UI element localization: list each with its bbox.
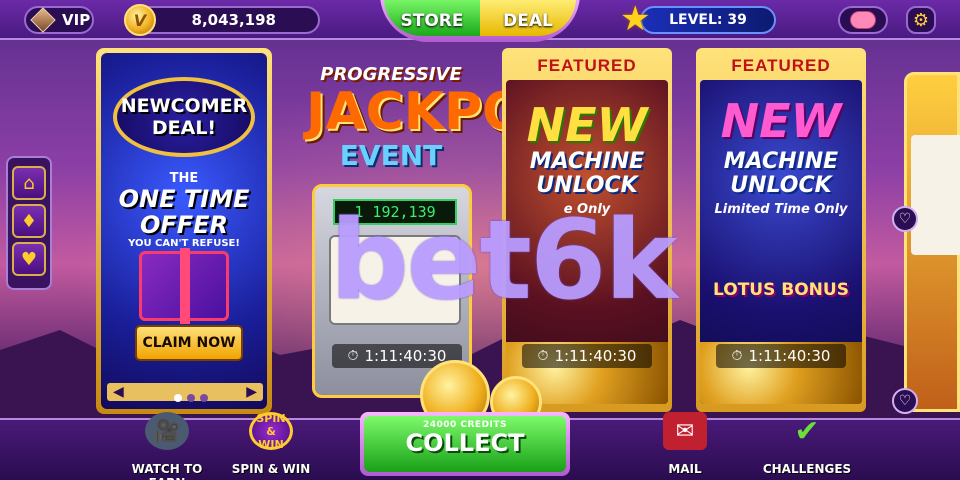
featured-machine-unlock: MACHINE UNLOCK bbox=[723, 149, 839, 198]
gift-box-icon bbox=[139, 248, 229, 324]
stopwatch-icon: ⏱ bbox=[347, 348, 359, 364]
coin-icon: V bbox=[124, 4, 156, 36]
featured-new-text: NEW bbox=[720, 94, 842, 148]
watch-to-earn-button[interactable]: 🎥 WATCH TO EARN bbox=[112, 412, 222, 480]
newcomer-deal-card[interactable]: NEWCOMER DEAL! THE ONE TIME OFFER YOU CAN… bbox=[96, 48, 272, 414]
top-bar: VIP V 8,043,198 STORE DEAL LEVEL: 39 ★ ⚙ bbox=[0, 0, 960, 42]
mail-button[interactable]: ✉ MAIL bbox=[630, 412, 740, 480]
spin-win-label: SPIN & WIN bbox=[231, 462, 311, 476]
level-label: LEVEL: 39 bbox=[669, 12, 747, 28]
coin-balance[interactable]: V 8,043,198 bbox=[124, 4, 320, 36]
store-deal-tab: STORE DEAL bbox=[380, 0, 580, 42]
featured-new-text: NEW bbox=[526, 98, 648, 152]
featured-machine-unlock: MACHINE UNLOCK bbox=[529, 149, 645, 198]
favorite-heart-icon[interactable]: ♡ bbox=[892, 206, 918, 232]
vip-button[interactable]: VIP bbox=[24, 6, 94, 34]
carousel-prev-icon[interactable]: ◀ bbox=[113, 384, 124, 400]
mail-label: MAIL bbox=[668, 462, 702, 476]
watermark-text: bet6k bbox=[330, 196, 678, 324]
spin-win-button[interactable]: SPIN & WIN SPIN & WIN bbox=[216, 412, 326, 480]
event-timer: ⏱ 1:11:40:30 bbox=[522, 344, 652, 368]
gear-icon: ⚙ bbox=[912, 9, 930, 31]
offer-line-2: OFFER bbox=[139, 211, 229, 239]
piggy-bank-icon bbox=[850, 11, 876, 29]
spin-wheel-icon: SPIN & WIN bbox=[249, 412, 293, 451]
heart-icon[interactable]: ♥ bbox=[12, 242, 46, 276]
vip-label: VIP bbox=[62, 11, 91, 29]
piggy-bank-button[interactable] bbox=[838, 6, 888, 34]
collect-button[interactable]: 24000 CREDITS COLLECT bbox=[364, 416, 566, 472]
challenges-label: CHALLENGES bbox=[762, 462, 852, 476]
deal-button[interactable]: DEAL bbox=[480, 0, 576, 36]
checkmark-icon: ✔ bbox=[794, 413, 820, 449]
side-nav: ⌂ ♦ ♥ bbox=[6, 156, 52, 290]
star-icon: ★ bbox=[620, 0, 651, 39]
jackpot-title-main: JACKPOT bbox=[306, 82, 562, 142]
carousel-dot[interactable] bbox=[200, 394, 208, 402]
offer-line-1: ONE TIME bbox=[118, 185, 250, 213]
carousel-dot[interactable] bbox=[187, 394, 195, 402]
carousel-next-icon[interactable]: ▶ bbox=[246, 384, 257, 400]
carousel-dot[interactable] bbox=[174, 394, 182, 402]
diamond-icon[interactable]: ♦ bbox=[12, 204, 46, 238]
jackpot-title-sub: EVENT bbox=[339, 139, 443, 172]
claim-now-button[interactable]: CLAIM NOW bbox=[135, 325, 243, 361]
vip-gem-icon bbox=[30, 7, 56, 33]
offer-the: THE bbox=[169, 171, 199, 186]
settings-button[interactable]: ⚙ bbox=[906, 6, 936, 34]
challenges-button[interactable]: ✔ CHALLENGES bbox=[752, 414, 862, 480]
store-button[interactable]: STORE bbox=[384, 0, 480, 36]
lotus-bonus-title: LOTUS BONUS bbox=[713, 280, 849, 300]
level-indicator[interactable]: LEVEL: 39 bbox=[640, 6, 776, 34]
featured-banner: FEATURED bbox=[731, 56, 831, 75]
video-camera-icon: 🎥 bbox=[145, 412, 189, 450]
coin-balance-value: 8,043,198 bbox=[191, 11, 276, 29]
next-slot-card[interactable] bbox=[904, 72, 960, 412]
featured-banner: FEATURED bbox=[537, 56, 637, 75]
newcomer-title-2: DEAL! bbox=[151, 117, 217, 139]
newcomer-badge: NEWCOMER DEAL! bbox=[113, 77, 255, 157]
stopwatch-icon: ⏱ bbox=[537, 348, 549, 364]
event-timer: ⏱ 1:11:40:30 bbox=[716, 344, 846, 368]
carousel-dots bbox=[174, 394, 208, 402]
watch-to-earn-label: WATCH TO EARN bbox=[131, 462, 203, 480]
stopwatch-icon: ⏱ bbox=[731, 348, 743, 364]
collect-label: COLLECT bbox=[405, 429, 525, 457]
featured-limited-text: Limited Time Only bbox=[714, 202, 848, 217]
newcomer-title-1: NEWCOMER bbox=[120, 95, 248, 117]
home-icon[interactable]: ⌂ bbox=[12, 166, 46, 200]
collect-frame: 24000 CREDITS COLLECT bbox=[360, 412, 570, 476]
slot-reels bbox=[911, 135, 960, 255]
favorite-heart-icon[interactable]: ♡ bbox=[892, 388, 918, 414]
mailbox-icon: ✉ bbox=[663, 412, 707, 450]
